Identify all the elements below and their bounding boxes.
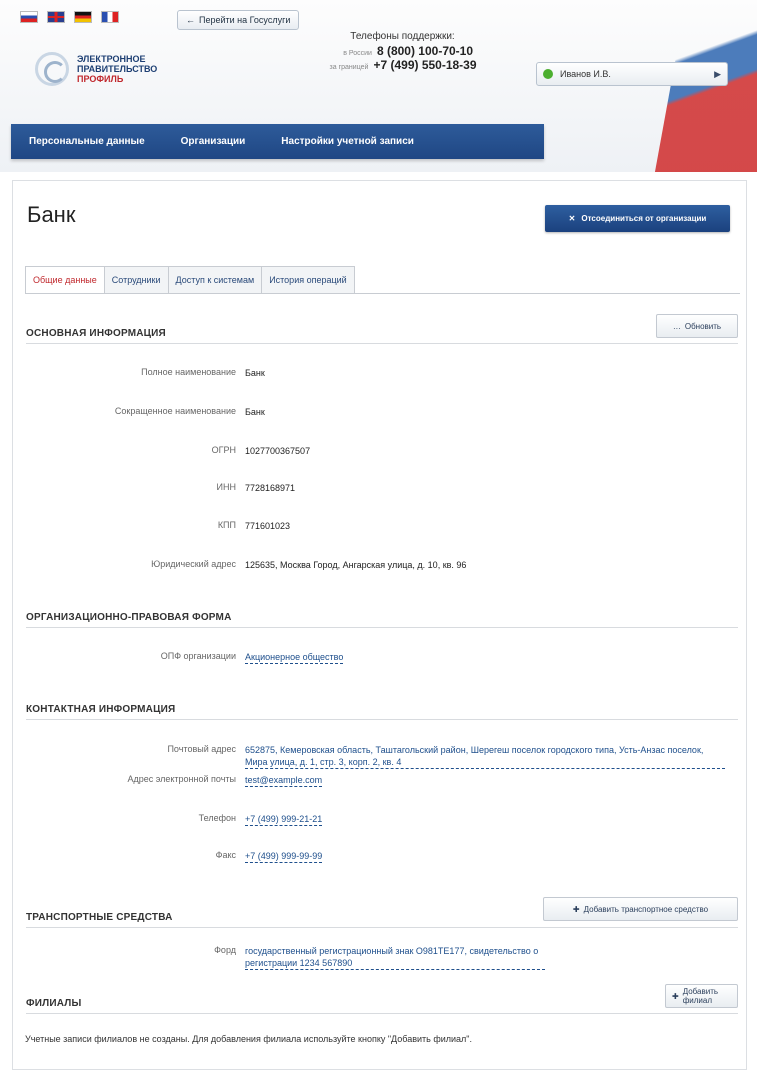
plus-icon: ✚	[572, 904, 580, 914]
logo-emblem-icon	[35, 52, 69, 86]
field-value: 7728168971	[245, 483, 296, 493]
vehicle-link[interactable]: государственный регистрационный знак О98…	[245, 945, 545, 970]
field-label: ИНН	[216, 482, 236, 492]
page-title: Банк	[27, 202, 76, 227]
section-heading-legal-form: ОРГАНИЗАЦИОННО-ПРАВОВАЯ ФОРМА	[26, 612, 738, 628]
nav-item-organizations[interactable]: Организации	[163, 124, 264, 159]
header: ← Перейти на Госуслуги ЭЛЕКТРОННОЕ ПРАВИ…	[0, 0, 757, 172]
support-phones: Телефоны поддержки: в России 8 (800) 100…	[290, 31, 515, 72]
gosuslugi-link-button[interactable]: ← Перейти на Госуслуги	[177, 10, 300, 30]
gosuslugi-link-label: Перейти на Госуслуги	[199, 15, 291, 25]
support-phone-row: в России 8 (800) 100-70-10	[290, 44, 515, 58]
postal-address-link[interactable]: 652875, Кемеровская область, Таштагольск…	[245, 744, 725, 769]
field-row: Почтовый адрес 652875, Кемеровская облас…	[13, 744, 733, 769]
field-label: Факс	[215, 850, 236, 860]
refresh-label: Обновить	[684, 321, 722, 331]
field-value: Банк	[245, 407, 265, 417]
refresh-icon: …	[672, 321, 681, 331]
field-row: КПП 771601023	[13, 520, 733, 532]
tab-employees[interactable]: Сотрудники	[103, 266, 168, 294]
field-label: Сокращенное наименование	[114, 406, 236, 416]
field-label: Почтовый адрес	[167, 744, 236, 754]
section-heading-contacts: КОНТАКТНАЯ ИНФОРМАЦИЯ	[26, 704, 738, 720]
field-row: ОГРН 1027700367507	[13, 445, 733, 457]
nav-item-account-settings[interactable]: Настройки учетной записи	[263, 124, 432, 159]
support-phone-label: за границей	[329, 64, 369, 71]
language-switcher	[20, 11, 119, 23]
nav-item-personal-data[interactable]: Персональные данные	[11, 124, 163, 159]
add-vehicle-button[interactable]: ✚ Добавить транспортное средство	[543, 897, 738, 921]
logo[interactable]: ЭЛЕКТРОННОЕ ПРАВИТЕЛЬСТВО ПРОФИЛЬ	[35, 52, 157, 86]
leave-organization-button[interactable]: ✕ Отсоединиться от организации	[545, 205, 730, 232]
section-heading-branches: ФИЛИАЛЫ	[26, 998, 738, 1014]
refresh-button[interactable]: … Обновить	[656, 314, 738, 338]
field-row: ОПФ организации Акционерное общество	[13, 651, 733, 664]
section-heading-basic: ОСНОВНАЯ ИНФОРМАЦИЯ	[26, 328, 738, 344]
fax-link[interactable]: +7 (499) 999-99-99	[245, 850, 323, 863]
field-row: Юридический адрес 125635, Москва Город, …	[13, 559, 733, 571]
flag-stripe-decoration	[654, 0, 757, 172]
tab-general[interactable]: Общие данные	[25, 266, 104, 294]
field-row: Форд государственный регистрационный зна…	[13, 945, 733, 970]
field-value: 1027700367507	[245, 446, 311, 456]
field-row: Адрес электронной почты test@example.com	[13, 774, 733, 787]
flag-fr-icon[interactable]	[101, 11, 119, 23]
field-label: Телефон	[198, 813, 236, 823]
field-row: Телефон +7 (499) 999-21-21	[13, 813, 733, 826]
logo-line-3: ПРОФИЛЬ	[77, 74, 124, 84]
logo-line-2: ПРАВИТЕЛЬСТВО	[77, 64, 158, 74]
arrow-left-icon: ←	[186, 15, 195, 25]
chevron-right-icon: ▶	[714, 68, 721, 79]
add-branch-label: Добавить филиал	[682, 987, 719, 1005]
tabs: Общие данные Сотрудники Доступ к система…	[25, 266, 355, 294]
plus-icon: ✚	[672, 991, 679, 1001]
user-menu-button[interactable]: Иванов И.В. ▶	[536, 62, 728, 86]
field-label: Юридический адрес	[151, 559, 236, 569]
field-label: ОГРН	[211, 445, 236, 455]
flag-gb-icon[interactable]	[47, 11, 65, 23]
support-phone-row: за границей +7 (499) 550-18-39	[290, 58, 515, 72]
field-label: ОПФ организации	[160, 651, 236, 661]
support-phone-label: в России	[343, 50, 372, 57]
support-phone-number: +7 (499) 550-18-39	[373, 58, 477, 72]
support-caption: Телефоны поддержки:	[350, 31, 455, 42]
field-value: 771601023	[245, 521, 291, 531]
support-phone-number: 8 (800) 100-70-10	[376, 44, 474, 58]
online-status-icon	[543, 69, 553, 79]
field-label: КПП	[217, 520, 236, 530]
field-label: Полное наименование	[141, 367, 236, 377]
add-vehicle-label: Добавить транспортное средство	[583, 904, 709, 914]
email-link[interactable]: test@example.com	[245, 774, 323, 787]
field-value: 125635, Москва Город, Ангарская улица, д…	[245, 560, 467, 570]
main-nav: Персональные данные Организации Настройк…	[11, 124, 544, 159]
branches-empty-note: Учетные записи филиалов не созданы. Для …	[25, 1034, 472, 1044]
flag-ru-icon[interactable]	[20, 11, 38, 23]
legal-form-link[interactable]: Акционерное общество	[245, 651, 344, 664]
logo-text: ЭЛЕКТРОННОЕ ПРАВИТЕЛЬСТВО ПРОФИЛЬ	[77, 54, 157, 84]
field-row: ИНН 7728168971	[13, 482, 733, 494]
organization-card: Банк ✕ Отсоединиться от организации Общи…	[12, 180, 747, 1070]
add-branch-button[interactable]: ✚ Добавить филиал	[665, 984, 738, 1008]
tab-system-access[interactable]: Доступ к системам	[167, 266, 262, 294]
flag-de-icon[interactable]	[74, 11, 92, 23]
leave-organization-label: Отсоединиться от организации	[581, 214, 707, 223]
tab-history[interactable]: История операций	[261, 266, 355, 294]
field-row: Факс +7 (499) 999-99-99	[13, 850, 733, 863]
logo-line-1: ЭЛЕКТРОННОЕ	[77, 54, 146, 64]
field-row: Полное наименование Банк	[13, 367, 733, 379]
field-value: Банк	[245, 368, 265, 378]
field-label: Адрес электронной почты	[127, 774, 236, 784]
field-label: Форд	[214, 945, 236, 955]
tabs-divider	[25, 293, 740, 294]
field-row: Сокращенное наименование Банк	[13, 406, 733, 418]
close-icon: ✕	[568, 214, 576, 223]
user-name: Иванов И.В.	[560, 69, 611, 79]
phone-link[interactable]: +7 (499) 999-21-21	[245, 813, 323, 826]
